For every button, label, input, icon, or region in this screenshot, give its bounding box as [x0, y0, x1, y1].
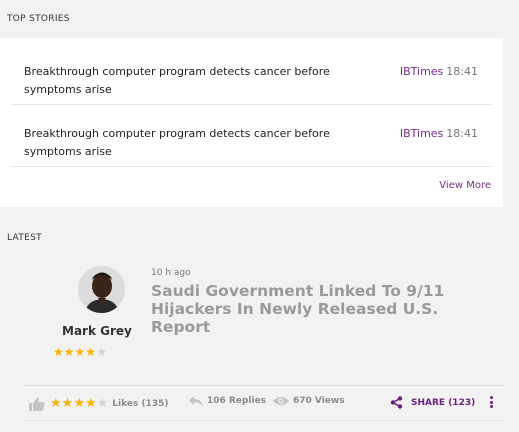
latest-heading: LATEST [7, 233, 42, 243]
story-source[interactable]: IBTimes [400, 127, 443, 140]
post-action-bar: ★★★★★ Likes (135) 106 Replies 670 Views … [24, 385, 504, 421]
top-stories-heading: TOP STORIES [7, 14, 70, 24]
post-title[interactable]: Saudi Government Linked To 9/11 Hijacker… [151, 282, 491, 336]
star-icon: ★ [63, 345, 75, 359]
eye-icon [273, 397, 289, 405]
avatar[interactable] [78, 266, 125, 313]
share-icon [390, 396, 403, 409]
star-icon: ★ [61, 396, 74, 411]
story-time: 18:41 [446, 65, 478, 78]
share-button[interactable]: SHARE (123) [390, 396, 475, 409]
star-icon: ★ [50, 396, 62, 411]
views-count: 670 Views [293, 396, 345, 406]
post-rating[interactable]: ★★★★★ [50, 396, 108, 411]
replies-count: 106 Replies [207, 396, 267, 406]
author-rating: ★★★★★ [53, 345, 107, 359]
avatar-image [78, 266, 125, 313]
replies-button[interactable]: 106 Replies [189, 396, 266, 406]
reply-arrow-icon [189, 396, 203, 406]
story-meta: IBTimes 18:41 [400, 125, 478, 143]
star-icon: ★ [74, 345, 86, 359]
view-more-link[interactable]: View More [439, 180, 491, 191]
story-meta: IBTimes 18:41 [400, 63, 478, 81]
more-vertical-icon[interactable] [488, 396, 494, 410]
top-stories-panel: Breakthrough computer program detects ca… [0, 38, 503, 207]
story-time: 18:41 [446, 127, 478, 140]
likes-count: Likes (135) [112, 398, 169, 409]
views-indicator: 670 Views [273, 396, 345, 406]
story-item[interactable]: Breakthrough computer program detects ca… [11, 105, 491, 167]
star-icon: ★ [85, 345, 97, 359]
star-icon: ★ [53, 345, 64, 359]
story-title[interactable]: Breakthrough computer program detects ca… [24, 125, 354, 161]
story-source[interactable]: IBTimes [400, 65, 443, 78]
author-name[interactable]: Mark Grey [62, 324, 132, 338]
star-icon: ★ [84, 396, 97, 411]
star-icon: ★ [73, 396, 85, 411]
star-empty-icon: ★ [96, 396, 109, 411]
story-item[interactable]: Breakthrough computer program detects ca… [11, 43, 491, 105]
thumbs-up-icon [29, 397, 45, 411]
post-time: 10 h ago [151, 268, 191, 278]
story-title[interactable]: Breakthrough computer program detects ca… [24, 63, 354, 99]
star-empty-icon: ★ [96, 345, 107, 359]
like-button[interactable]: ★★★★★ Likes (135) [29, 396, 168, 411]
share-count: SHARE (123) [411, 397, 476, 408]
